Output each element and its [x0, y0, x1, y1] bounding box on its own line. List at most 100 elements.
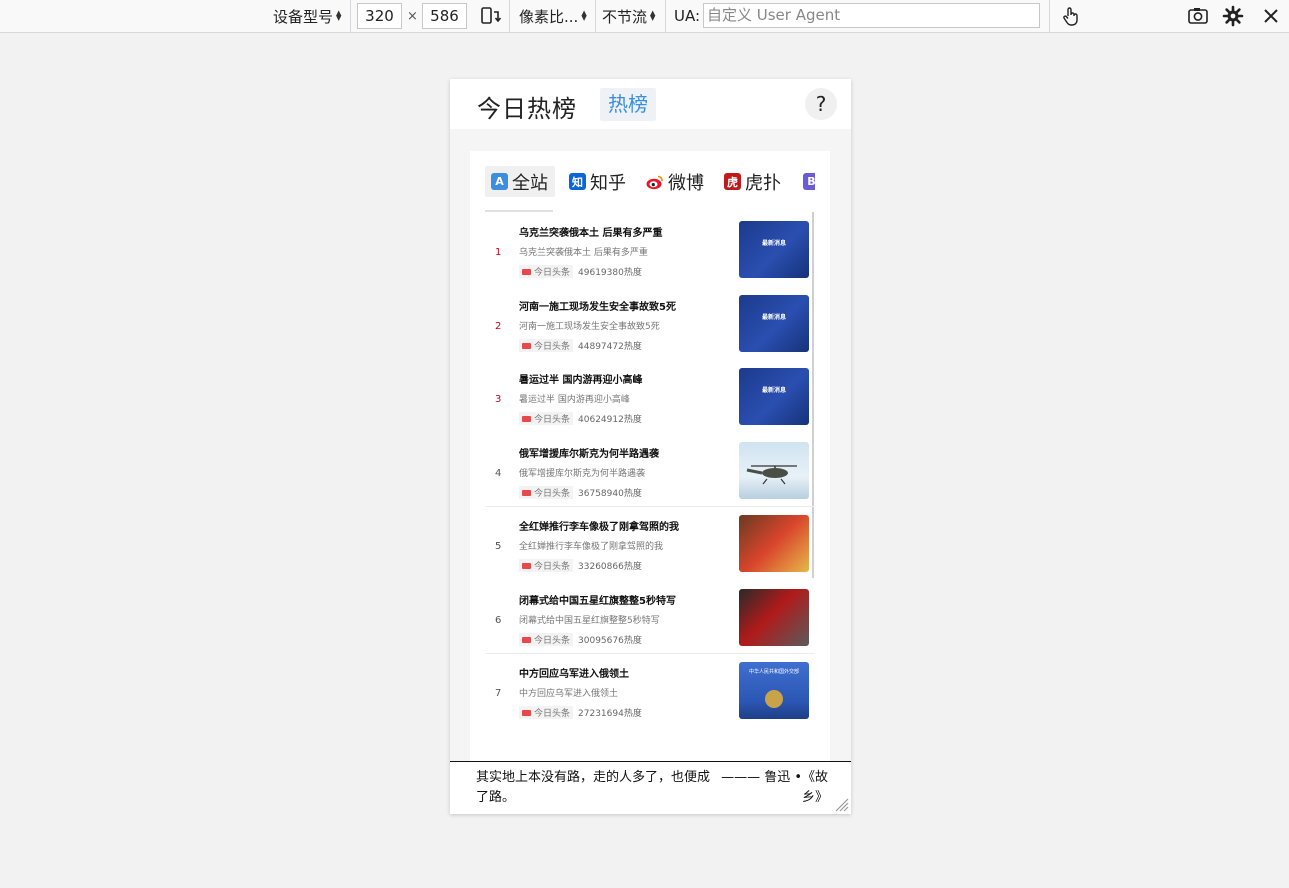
active-tab-underline — [485, 210, 553, 212]
resize-handle-icon[interactable] — [833, 796, 849, 812]
touch-simulation-icon[interactable] — [1059, 4, 1083, 28]
list-item[interactable]: 6 闭幕式给中国五星红旗整整5秒特写 闭幕式给中国五星红旗整整5秒特写 今日头条 300… — [485, 589, 815, 663]
toutiao-logo-icon — [522, 709, 531, 716]
user-agent-input[interactable]: 自定义 User Agent — [703, 3, 1040, 28]
app-title: 今日热榜 — [477, 95, 577, 123]
close-icon[interactable] — [1259, 4, 1283, 28]
item-thumbnail[interactable]: 最新消息 — [739, 221, 809, 278]
item-title[interactable]: 中方回应乌军进入俄领土 — [519, 665, 629, 680]
tab-more[interactable]: B — [803, 166, 815, 197]
item-description: 俄军增援库尔斯克为何半路遇袭 — [519, 469, 646, 479]
item-thumbnail[interactable] — [739, 442, 809, 499]
item-meta: 今日头条 30095676热度 — [519, 633, 642, 646]
item-title[interactable]: 闭幕式给中国五星红旗整整5秒特写 — [519, 592, 676, 607]
list-item[interactable]: 3 暑运过半 国内游再迎小高峰 暑运过半 国内游再迎小高峰 今日头条 40624912热… — [485, 368, 815, 442]
viewport-width-input[interactable]: 320 — [357, 3, 402, 29]
item-thumbnail[interactable] — [739, 515, 809, 572]
rank-number: 1 — [495, 247, 502, 258]
heat-value: 36758940热度 — [578, 489, 642, 499]
next-source-logo-icon: B — [803, 173, 815, 190]
source-tag: 今日头条 — [519, 339, 574, 352]
rotate-viewport-icon[interactable] — [478, 4, 502, 28]
quote-author: ——— 鲁迅 •《故乡》 — [721, 770, 828, 805]
item-thumbnail[interactable]: 中华人民共和国外交部 — [739, 662, 809, 719]
rank-number: 6 — [495, 615, 502, 626]
toolbar-divider — [595, 0, 596, 33]
list-item[interactable]: 2 河南一施工现场发生安全事故致5死 河南一施工现场发生安全事故致5死 今日头条 448… — [485, 295, 815, 369]
tab-weibo[interactable]: 微博 — [646, 166, 704, 197]
rank-number: 5 — [495, 541, 502, 552]
heat-value: 27231694热度 — [578, 709, 642, 719]
source-tabs: A 全站 知 知乎 微博 虎 虎扑 B — [485, 166, 815, 211]
item-description: 闭幕式给中国五星红旗整整5秒特写 — [519, 616, 660, 626]
help-button[interactable]: ? — [805, 88, 837, 120]
thumb-caption: 最新消息 — [761, 314, 786, 321]
item-title[interactable]: 暑运过半 国内游再迎小高峰 — [519, 371, 642, 386]
toutiao-logo-icon — [522, 342, 531, 349]
list-item[interactable]: 7 中方回应乌军进入俄领土 中方回应乌军进入俄领土 今日头条 27231694热度 中华人… — [485, 662, 815, 736]
item-title[interactable]: 乌克兰突袭俄本土 后果有多严重 — [519, 224, 662, 239]
toutiao-logo-icon — [522, 562, 531, 569]
screenshot-icon[interactable] — [1186, 4, 1210, 28]
throttle-select[interactable]: 不节流 ▲ ▼ — [602, 0, 656, 32]
thumb-caption: 最新消息 — [761, 387, 786, 394]
zhihu-logo-icon: 知 — [569, 173, 586, 190]
toutiao-logo-icon — [522, 489, 531, 496]
item-title[interactable]: 全红婵推行李车像极了刚拿驾照的我 — [519, 518, 679, 533]
throttle-label: 不节流 — [602, 7, 648, 26]
national-emblem-icon — [765, 690, 783, 708]
item-meta: 今日头条 49619380热度 — [519, 265, 642, 278]
list-item[interactable]: 4 俄军增援库尔斯克为何半路遇袭 俄军增援库尔斯克为何半路遇袭 今日头条 3675894… — [485, 442, 815, 516]
weibo-logo-icon — [646, 174, 664, 190]
pixel-ratio-select[interactable]: 像素比... ▲ ▼ — [519, 0, 587, 32]
source-tag: 今日头条 — [519, 633, 574, 646]
source-name: 今日头条 — [534, 489, 571, 499]
item-title[interactable]: 俄军增援库尔斯克为何半路遇袭 — [519, 445, 659, 460]
item-description: 中方回应乌军进入俄领土 — [519, 689, 619, 699]
item-description: 乌克兰突袭俄本土 后果有多严重 — [519, 248, 648, 258]
item-thumbnail[interactable] — [739, 589, 809, 646]
device-select[interactable]: 设备型号 ▲ ▼ — [273, 0, 342, 32]
heat-value: 33260866热度 — [578, 562, 642, 572]
item-meta: 今日头条 40624912热度 — [519, 412, 642, 425]
settings-gear-icon[interactable] — [1221, 4, 1245, 28]
list-item[interactable]: 5 全红婵推行李车像极了刚拿驾照的我 全红婵推行李车像极了刚拿驾照的我 今日头条 332… — [485, 515, 815, 589]
item-meta: 今日头条 44897472热度 — [519, 339, 642, 352]
select-arrows-icon: ▲ ▼ — [650, 9, 656, 22]
toolbar-divider — [665, 0, 666, 33]
hupu-logo-icon: 虎 — [724, 173, 741, 190]
viewport-height-input[interactable]: 586 — [422, 3, 467, 29]
source-name: 今日头条 — [534, 415, 571, 425]
rank-number: 3 — [495, 394, 502, 405]
toolbar-divider — [350, 0, 351, 33]
ua-label: UA: — [674, 7, 701, 25]
hot-list: 1 乌克兰突袭俄本土 后果有多严重 乌克兰突袭俄本土 后果有多严重 今日头条 49619… — [485, 221, 815, 761]
list-item[interactable]: 1 乌克兰突袭俄本土 后果有多严重 乌克兰突袭俄本土 后果有多严重 今日头条 49619… — [485, 221, 815, 295]
thumb-caption: 中华人民共和国外交部 — [748, 669, 799, 675]
source-tag: 今日头条 — [519, 559, 574, 572]
toolbar-divider — [1049, 0, 1050, 33]
tab-label: 全站 — [512, 172, 548, 194]
device-viewport: 今日热榜 热榜 ? A 全站 知 知乎 微博 虎 虎扑 B 1 乌克兰突袭俄本土… — [450, 79, 851, 814]
tab-zhihu[interactable]: 知 知乎 — [569, 166, 626, 197]
item-thumbnail[interactable]: 最新消息 — [739, 295, 809, 352]
source-name: 今日头条 — [534, 562, 571, 572]
item-meta: 今日头条 36758940热度 — [519, 486, 642, 499]
hot-list-badge[interactable]: 热榜 — [600, 88, 656, 121]
responsive-toolbar: 设备型号 ▲ ▼ 320 × 586 像素比... ▲ ▼ 不节流 ▲ ▼ UA: 自… — [0, 0, 1289, 33]
rank-number: 2 — [495, 321, 502, 332]
item-divider — [485, 506, 815, 507]
item-title[interactable]: 河南一施工现场发生安全事故致5死 — [519, 298, 676, 313]
toutiao-logo-icon — [522, 415, 531, 422]
heat-value: 49619380热度 — [578, 268, 642, 278]
item-thumbnail[interactable]: 最新消息 — [739, 368, 809, 425]
item-meta: 今日头条 27231694热度 — [519, 706, 642, 719]
tab-all[interactable]: A 全站 — [485, 166, 555, 197]
pixel-ratio-label: 像素比... — [519, 7, 579, 26]
item-divider — [485, 653, 815, 654]
item-description: 暑运过半 国内游再迎小高峰 — [519, 395, 630, 405]
source-tag: 今日头条 — [519, 265, 574, 278]
tab-hupu[interactable]: 虎 虎扑 — [724, 166, 781, 197]
tab-label: 知乎 — [590, 172, 626, 194]
rank-number: 4 — [495, 468, 502, 479]
